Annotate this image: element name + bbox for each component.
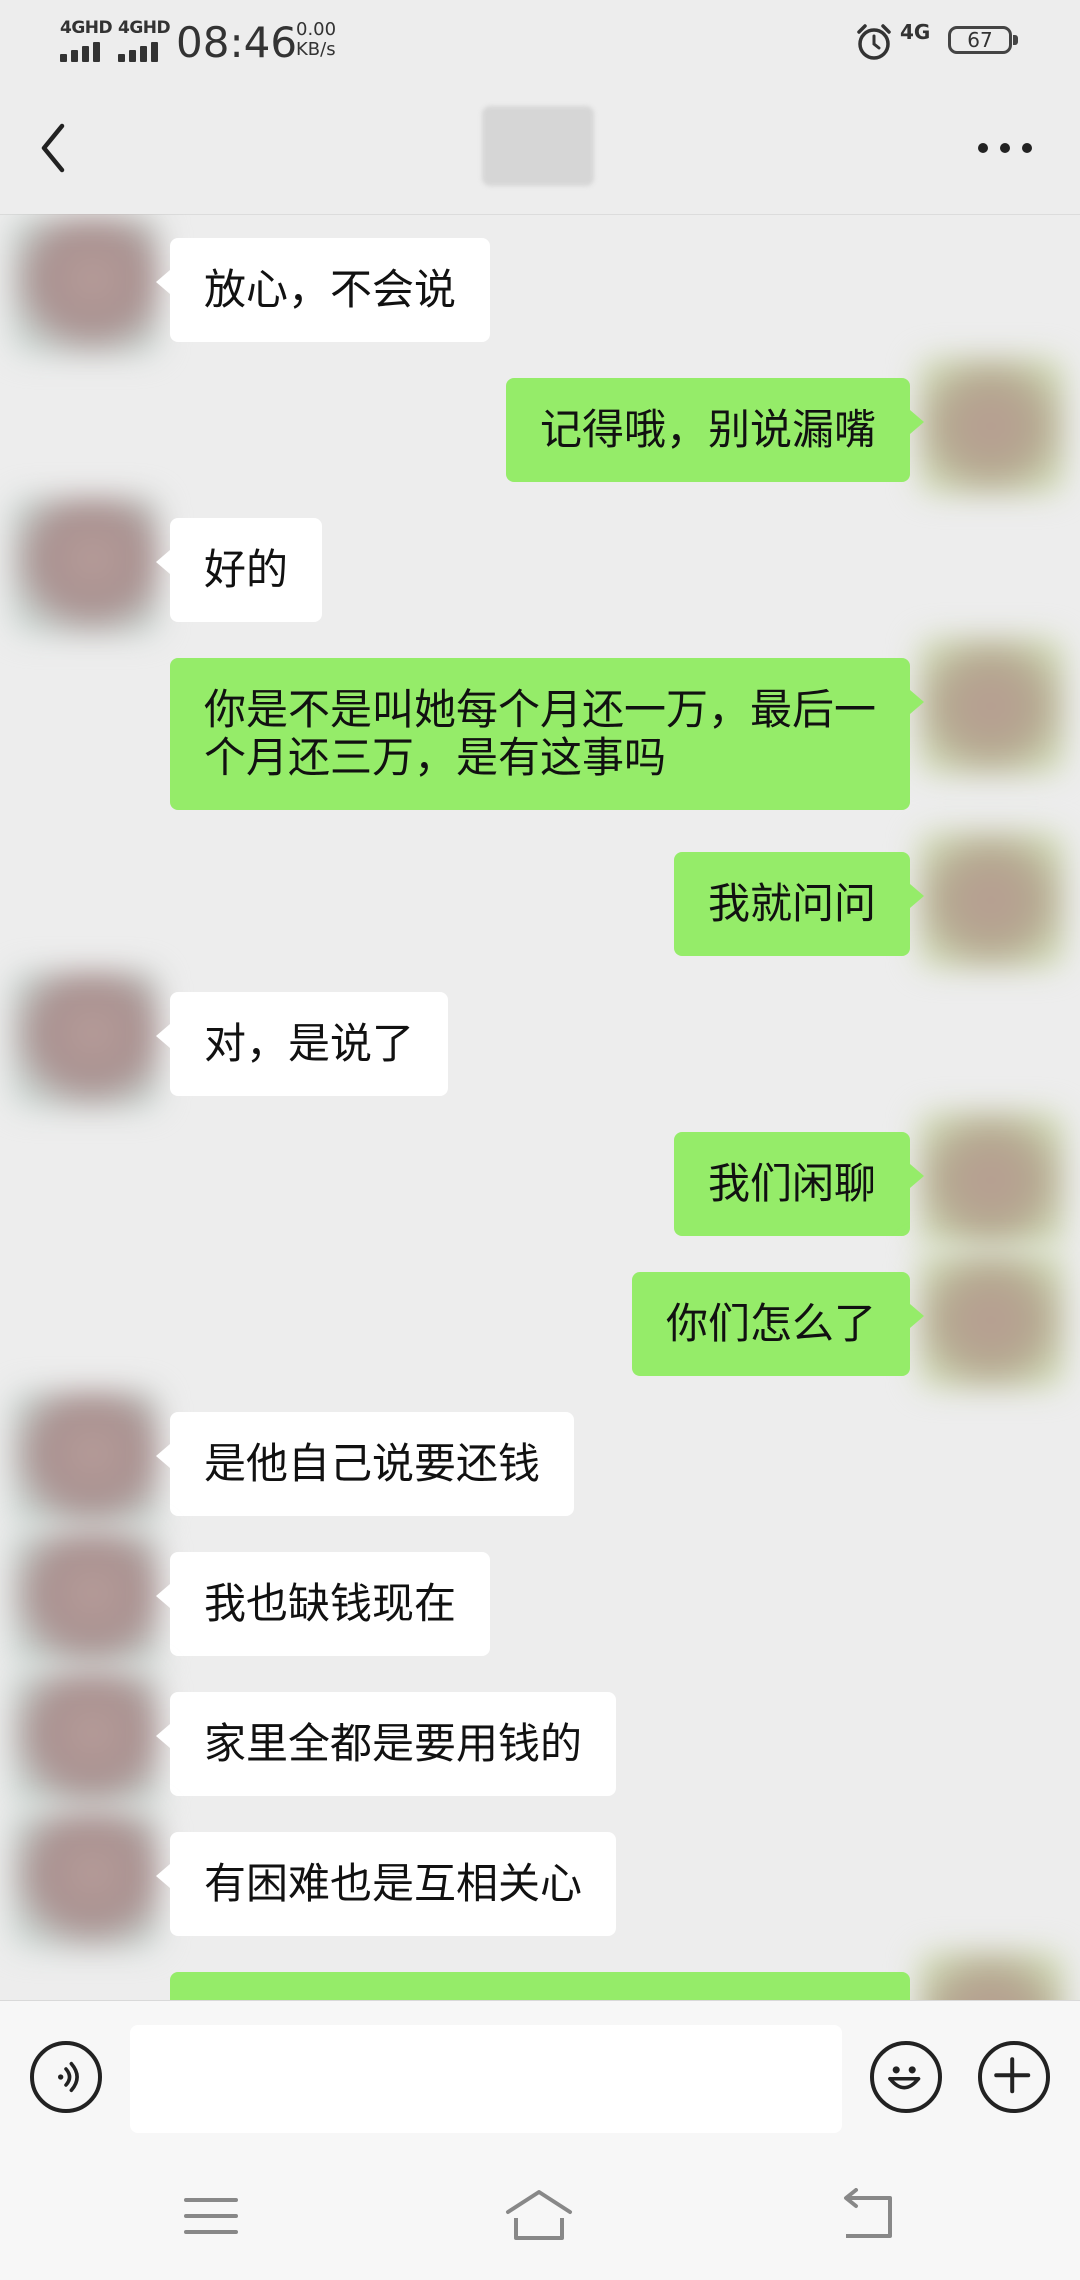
message-bubble[interactable]: 对，是说了 [155, 992, 449, 1096]
network-speed-value: 0.00 [296, 19, 337, 40]
chevron-left-icon[interactable] [30, 118, 90, 178]
alarm-icon [857, 24, 891, 60]
status-bar: 4GHD 4GHD 08:46 0.00 KB/s 4G 67 [0, 0, 1080, 84]
message-bubble[interactable]: 我也缺钱现在 [155, 1552, 491, 1656]
message-bubble[interactable]: 我就问问 [673, 852, 925, 956]
avatar[interactable] [10, 216, 160, 356]
chat-title-blurred [482, 106, 594, 186]
message-bubble[interactable]: 你是不是叫她每个月还一万，最后一个月还三万，是有这事吗 [170, 658, 924, 810]
signal-sim1-icon: 4GHD [60, 18, 113, 62]
message-input[interactable] [130, 2025, 842, 2133]
input-bar [0, 2000, 1080, 2151]
avatar[interactable] [916, 636, 1066, 776]
network-speed: 0.00 KB/s [296, 20, 336, 60]
avatar[interactable] [916, 1250, 1066, 1390]
signal-sim2-icon: 4GHD [118, 18, 171, 62]
avatar[interactable] [10, 970, 160, 1110]
avatar[interactable] [916, 1110, 1066, 1250]
home-icon[interactable] [504, 2188, 574, 2244]
avatar[interactable] [10, 1670, 160, 1810]
more-icon[interactable] [970, 118, 1040, 178]
sim2-label: 4GHD [118, 18, 171, 38]
voice-icon[interactable] [30, 2041, 102, 2113]
back-icon[interactable] [832, 2188, 902, 2244]
message-bubble[interactable]: 是他自己说要还钱 [155, 1412, 575, 1516]
avatar[interactable] [916, 356, 1066, 496]
emoji-icon[interactable] [870, 2041, 942, 2113]
avatar[interactable] [916, 1950, 1066, 2000]
message-bubble[interactable]: 我们闲聊 [673, 1132, 925, 1236]
network-speed-unit: KB/s [296, 39, 336, 60]
avatar[interactable] [10, 496, 160, 636]
clock: 08:46 [176, 18, 298, 67]
plus-icon[interactable] [978, 2041, 1050, 2113]
message-bubble[interactable] [170, 1972, 910, 2000]
message-bubble[interactable]: 放心，不会说 [155, 238, 491, 342]
avatar[interactable] [10, 1530, 160, 1670]
sim1-label: 4GHD [60, 18, 113, 38]
message-bubble[interactable]: 有困难也是互相关心 [155, 1832, 617, 1936]
chat-screen: 4GHD 4GHD 08:46 0.00 KB/s 4G 67 放心，不会说 记… [0, 0, 1080, 2280]
chat-header [0, 84, 1080, 215]
message-bubble[interactable]: 你们怎么了 [631, 1272, 925, 1376]
message-bubble[interactable]: 家里全都是要用钱的 [155, 1692, 617, 1796]
avatar[interactable] [10, 1810, 160, 1950]
battery-icon: 67 [948, 26, 1018, 54]
battery-level: 67 [967, 28, 993, 52]
avatar[interactable] [10, 1390, 160, 1530]
avatar[interactable] [916, 830, 1066, 970]
message-bubble[interactable]: 好的 [155, 518, 323, 622]
network-type: 4G [900, 20, 931, 44]
message-bubble[interactable]: 记得哦，别说漏嘴 [505, 378, 925, 482]
message-list[interactable]: 放心，不会说 记得哦，别说漏嘴 好的 你是不是叫她每个月还一万，最后一个月还三万… [0, 214, 1080, 2000]
system-nav-bar [0, 2150, 1080, 2280]
menu-icon[interactable] [176, 2188, 246, 2244]
